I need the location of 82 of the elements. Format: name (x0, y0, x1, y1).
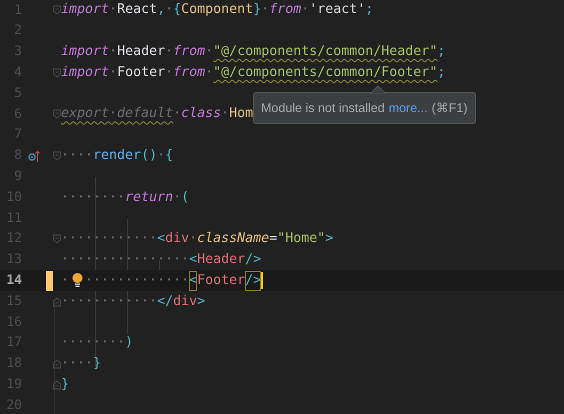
code-token: Header (117, 42, 166, 61)
fold-icon[interactable] (53, 234, 61, 244)
code-token: ( (181, 188, 190, 207)
code-token: React (117, 1, 158, 20)
code-token: > (197, 292, 206, 311)
whitespace-dots: ················ (61, 250, 190, 269)
whitespace-dots: · (109, 42, 118, 61)
code-token: { (173, 1, 182, 20)
code-token: div (165, 230, 190, 248)
code-token: return (125, 188, 174, 207)
whitespace-dots: · (221, 105, 230, 124)
fold-icon[interactable] (53, 109, 61, 120)
code-token: from (173, 64, 206, 82)
code-token: render (93, 146, 142, 165)
code-token: () (141, 146, 158, 165)
whitespace-dots: ············ (61, 292, 158, 311)
code-token: import (61, 42, 110, 61)
whitespace-dots: ········ (61, 188, 126, 207)
lightbulb-icon[interactable] (72, 273, 83, 288)
more-link[interactable]: more... (388, 98, 428, 118)
code-token: "Home" (277, 230, 326, 248)
whitespace-dots: · (165, 1, 174, 20)
whitespace-dots: · (157, 146, 166, 165)
code-token: ; (437, 64, 446, 82)
code-token: Hom (229, 105, 254, 124)
code-token: } (253, 1, 262, 20)
whitespace-dots: · (173, 105, 182, 124)
fold-icon[interactable] (53, 296, 61, 307)
code-token: from (173, 42, 206, 61)
whitespace-dots: ············ (61, 230, 158, 248)
code-token: export·default (61, 105, 174, 124)
whitespace-dots: ···· (61, 354, 94, 373)
code-token: ; (365, 1, 374, 20)
whitespace-dots: · (205, 42, 214, 61)
code-token: < (189, 250, 198, 269)
code-token: < (157, 230, 166, 248)
code-token: Footer (197, 272, 246, 290)
fold-icon[interactable] (53, 5, 61, 16)
code-token: Footer (117, 64, 166, 82)
code-token: className (197, 230, 270, 248)
code-token: ) (125, 334, 134, 352)
whitespace-dots: · (301, 1, 310, 20)
code-token: /> (245, 250, 262, 269)
override-method-icon[interactable] (28, 150, 40, 162)
code-token: div (173, 292, 198, 311)
code-token: import (61, 64, 110, 82)
whitespace-dots: ········ (61, 334, 126, 352)
fold-icon[interactable] (53, 68, 61, 78)
fold-icon[interactable] (53, 380, 61, 390)
code-token: from (269, 1, 302, 20)
whitespace-dots: · (205, 64, 214, 82)
whitespace-dots: ············· (85, 272, 190, 290)
whitespace-dots: · (109, 1, 118, 20)
fold-icon[interactable] (53, 150, 61, 161)
whitespace-dots: · (261, 1, 270, 20)
code-token: Header (197, 250, 246, 269)
code-token: "@/components/common/Header" (213, 42, 438, 61)
code-token: = (269, 230, 278, 248)
whitespace-dots: · (165, 64, 174, 82)
shortcut-hint: (⌘F1) (432, 100, 468, 117)
whitespace-dots: · (173, 188, 182, 207)
code-token: ; (437, 42, 446, 61)
code-token: "@/components/common/Footer" (213, 64, 438, 82)
whitespace-dots: ···· (61, 146, 94, 165)
whitespace-dots: · (109, 64, 118, 82)
whitespace-dots: · (189, 230, 198, 248)
whitespace-dots: · (165, 42, 174, 61)
line-number: 14 (5, 272, 22, 290)
code-token: { (165, 146, 174, 165)
code-token: import (61, 1, 110, 20)
code-token: } (61, 376, 70, 394)
code-token: Component (181, 1, 254, 20)
code-token: } (93, 354, 102, 373)
fold-icon[interactable] (53, 358, 61, 369)
code-token: /> (245, 270, 262, 291)
code-token: 'react' (309, 1, 366, 20)
code-token: </ (157, 292, 174, 311)
tooltip-message: Module is not installed (261, 100, 385, 117)
whitespace-dots: · (61, 272, 70, 290)
code-token: class (181, 105, 222, 124)
code-token: > (325, 230, 334, 248)
code-token: , (157, 1, 166, 20)
